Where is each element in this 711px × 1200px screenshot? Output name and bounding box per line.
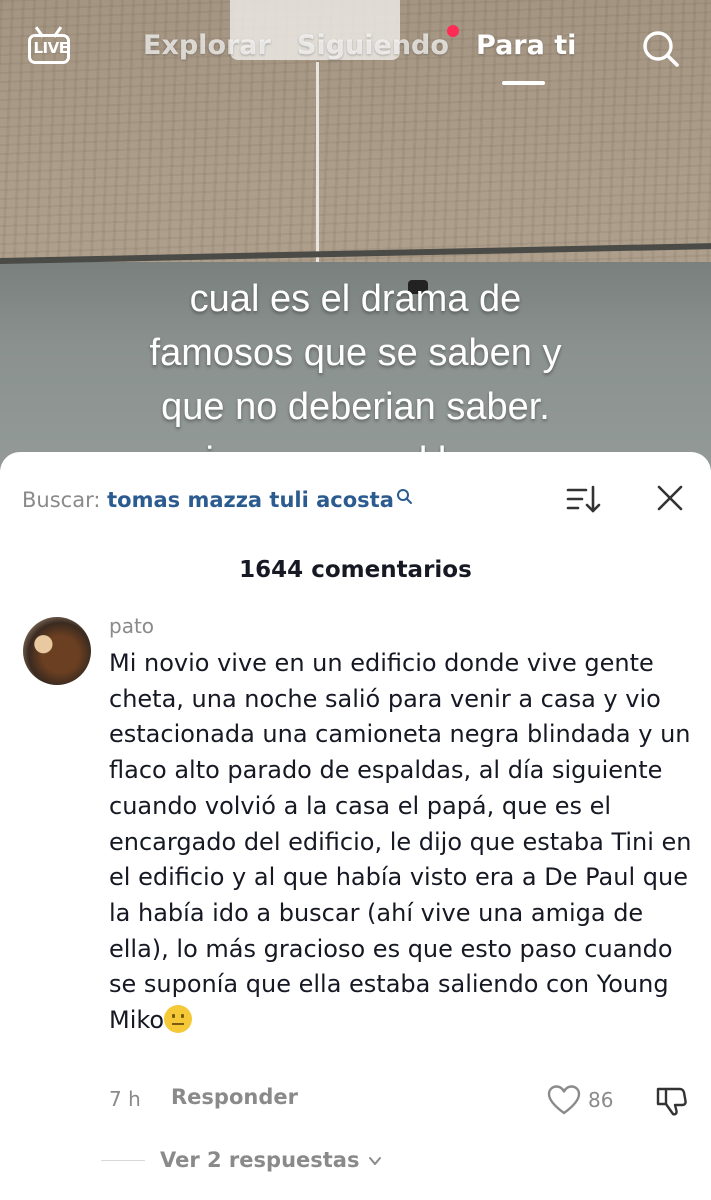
top-navigation: LIVE Explorar Siguiendo Para ti	[0, 0, 711, 100]
comment-timestamp: 7 h	[109, 1087, 141, 1111]
thumbs-down-icon[interactable]	[654, 1084, 688, 1118]
comment-username[interactable]: pato	[109, 614, 154, 638]
view-replies-button[interactable]: Ver 2 respuestas	[160, 1148, 383, 1172]
close-icon[interactable]	[654, 482, 686, 514]
tab-siguiendo[interactable]: Siguiendo	[297, 30, 449, 61]
live-button[interactable]: LIVE	[28, 26, 74, 68]
search-label: Buscar:	[22, 488, 101, 512]
avatar[interactable]	[23, 617, 91, 685]
search-query-link[interactable]: tomas mazza tuli acosta	[107, 488, 394, 512]
video-player[interactable]: cual es el drama de famosos que se saben…	[0, 0, 711, 470]
reply-button[interactable]: Responder	[171, 1085, 298, 1109]
video-caption-line: que no deberian saber.	[161, 386, 550, 428]
like-count: 86	[588, 1088, 614, 1112]
search-icon[interactable]	[640, 28, 680, 68]
comment-body: Mi novio vive en un edificio donde vive …	[109, 646, 694, 1039]
neutral-face-emoji-icon	[164, 1005, 193, 1034]
wall-edge	[0, 243, 711, 264]
video-caption-line: cual es el drama de	[189, 278, 522, 320]
comment-count: 1644 comentarios	[239, 557, 472, 583]
heart-icon[interactable]	[547, 1084, 581, 1116]
live-label: LIVE	[33, 39, 70, 57]
search-icon	[396, 489, 412, 504]
view-replies-label: Ver 2 respuestas	[160, 1148, 360, 1172]
sort-icon[interactable]	[566, 482, 602, 518]
chevron-down-icon	[368, 1157, 381, 1165]
active-tab-indicator	[502, 81, 545, 85]
tab-para-ti[interactable]: Para ti	[476, 30, 576, 61]
replies-divider	[101, 1160, 145, 1161]
video-caption-line: famosos que se saben y	[149, 332, 562, 374]
comments-sheet: Buscar: tomas mazza tuli acosta 1644 com…	[0, 452, 711, 1200]
tab-explorar[interactable]: Explorar	[143, 30, 271, 61]
comment-search-suggestion[interactable]: Buscar: tomas mazza tuli acosta	[22, 488, 414, 512]
notification-dot	[447, 25, 459, 37]
comment-text: Mi novio vive en un edificio donde vive …	[109, 649, 692, 1035]
